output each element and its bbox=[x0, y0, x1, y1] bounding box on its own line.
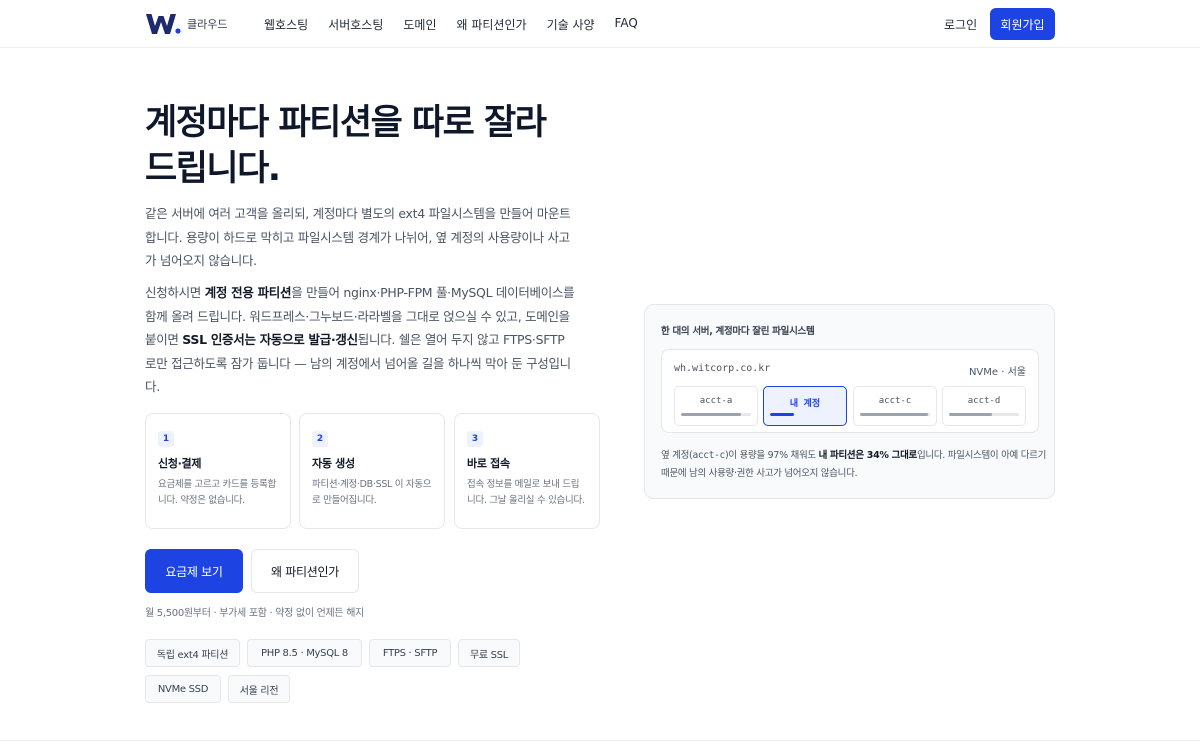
usage-bar bbox=[770, 413, 840, 416]
server-box: wh.witcorp.co.kr NVMe · 서울 acct-a 내 계정 a… bbox=[661, 349, 1039, 433]
step-title: 바로 접속 bbox=[467, 457, 510, 470]
step-number: 3 bbox=[467, 431, 483, 447]
detail-bold-2: SSL 인증서는 자동으로 발급·갱신 bbox=[182, 332, 358, 347]
step-number: 1 bbox=[158, 431, 174, 447]
nav-tech-specs[interactable]: 기술 사양 bbox=[547, 16, 595, 33]
usage-fill bbox=[949, 413, 993, 416]
step-description: 요금제를 고르고 카드를 등록합니다. 약정은 없습니다. bbox=[158, 479, 276, 506]
pricing-fineprint: 월 5,500원부터 · 부가세 포함 · 약정 없이 언제든 해지 bbox=[145, 608, 364, 619]
feature-tag: 서울 리전 bbox=[228, 675, 290, 703]
server-spec: NVMe · 서울 bbox=[968, 367, 1026, 378]
step-number: 2 bbox=[312, 431, 328, 447]
intro-paragraph: 같은 서버에 여러 고객을 올리되, 계정마다 별도의 ext4 파일시스템을 … bbox=[145, 206, 571, 268]
view-plans-button[interactable]: 요금제 보기 bbox=[145, 549, 243, 593]
feature-tag: PHP 8.5 · MySQL 8 bbox=[247, 639, 362, 667]
step-title: 신청·결제 bbox=[158, 457, 202, 470]
headline-line-1: 계정마다 파티션을 따로 잘라 bbox=[145, 103, 547, 143]
server-hostname: wh.witcorp.co.kr bbox=[674, 363, 771, 374]
feature-tag: 무료 SSL bbox=[458, 639, 520, 667]
logo-text: 클라우드 bbox=[187, 18, 228, 31]
nav-domain[interactable]: 도메인 bbox=[403, 16, 436, 33]
detail-bold-1: 계정 전용 파티션 bbox=[204, 285, 292, 300]
usage-bar bbox=[681, 413, 751, 416]
login-link[interactable]: 로그인 bbox=[944, 16, 977, 33]
nav-faq[interactable]: FAQ bbox=[615, 16, 638, 33]
nav-server-hosting[interactable]: 서버호스팅 bbox=[328, 16, 383, 33]
main-nav: 웹호스팅 서버호스팅 도메인 왜 파티션인가 기술 사양 FAQ bbox=[264, 16, 658, 33]
feature-tag: NVMe SSD bbox=[145, 675, 221, 703]
signup-button[interactable]: 회원가입 bbox=[990, 8, 1055, 40]
account-slot-mine: 내 계정 bbox=[763, 386, 847, 426]
feature-tag: FTPS · SFTP bbox=[369, 639, 451, 667]
step-description: 파티션·계정·DB·SSL 이 자동으로 만들어집니다. bbox=[312, 479, 432, 506]
account-slot: acct-a bbox=[674, 386, 758, 426]
nav-why-partition[interactable]: 왜 파티션인가 bbox=[457, 16, 527, 33]
nav-web-hosting[interactable]: 웹호스팅 bbox=[264, 16, 308, 33]
headline-line-2: 드립니다. bbox=[145, 149, 281, 189]
account-label: acct-c bbox=[878, 396, 912, 406]
usage-fill bbox=[681, 413, 741, 416]
account-slot: acct-d bbox=[942, 386, 1026, 426]
account-slot: acct-c bbox=[853, 386, 937, 426]
usage-bar bbox=[949, 413, 1019, 416]
step-card-3: 3 바로 접속 접속 정보를 메일로 보내 드립니다. 그날 올리실 수 있습니… bbox=[454, 413, 600, 529]
note-code: acct-c bbox=[692, 450, 725, 461]
note-text-2: )이 용량을 97% 채워도 bbox=[724, 450, 819, 461]
partition-diagram-panel: 한 대의 서버, 계정마다 잘린 파일시스템 wh.witcorp.co.kr … bbox=[644, 304, 1055, 499]
account-label: 내 계정 bbox=[789, 399, 821, 409]
panel-title: 한 대의 서버, 계정마다 잘린 파일시스템 bbox=[661, 326, 815, 337]
step-description: 접속 정보를 메일로 보내 드립니다. 그날 올리실 수 있습니다. bbox=[467, 479, 585, 506]
account-label: acct-d bbox=[967, 396, 1001, 406]
detail-text-1: 신청하시면 bbox=[145, 285, 205, 300]
step-card-2: 2 자동 생성 파티션·계정·DB·SSL 이 자동으로 만들어집니다. bbox=[299, 413, 445, 529]
usage-fill bbox=[770, 413, 794, 416]
step-card-1: 1 신청·결제 요금제를 고르고 카드를 등록합니다. 약정은 없습니다. bbox=[145, 413, 291, 529]
feature-tag: 독립 ext4 파티션 bbox=[145, 639, 240, 667]
footer-divider bbox=[0, 740, 1200, 741]
detail-paragraph: 신청하시면 계정 전용 파티션을 만들어 nginx·PHP-FPM 풀·MyS… bbox=[145, 281, 575, 399]
usage-fill bbox=[860, 413, 928, 416]
step-title: 자동 생성 bbox=[312, 457, 355, 470]
logo[interactable]: 클라우드 bbox=[145, 12, 227, 36]
usage-bar bbox=[860, 413, 930, 416]
note-text-1: 옆 계정( bbox=[661, 450, 693, 461]
site-header: 클라우드 웹호스팅 서버호스팅 도메인 왜 파티션인가 기술 사양 FAQ 로그… bbox=[0, 0, 1200, 48]
logo-mark-icon bbox=[146, 14, 181, 34]
page-title: 계정마다 파티션을 따로 잘라 드립니다. bbox=[145, 100, 605, 192]
account-label: acct-a bbox=[699, 396, 733, 406]
why-partition-button[interactable]: 왜 파티션인가 bbox=[251, 549, 359, 593]
panel-note: 옆 계정(acct-c)이 용량을 97% 채워도 내 파티션은 34% 그대로… bbox=[661, 447, 1046, 483]
note-bold: 내 파티션은 34% 그대로 bbox=[818, 450, 918, 461]
